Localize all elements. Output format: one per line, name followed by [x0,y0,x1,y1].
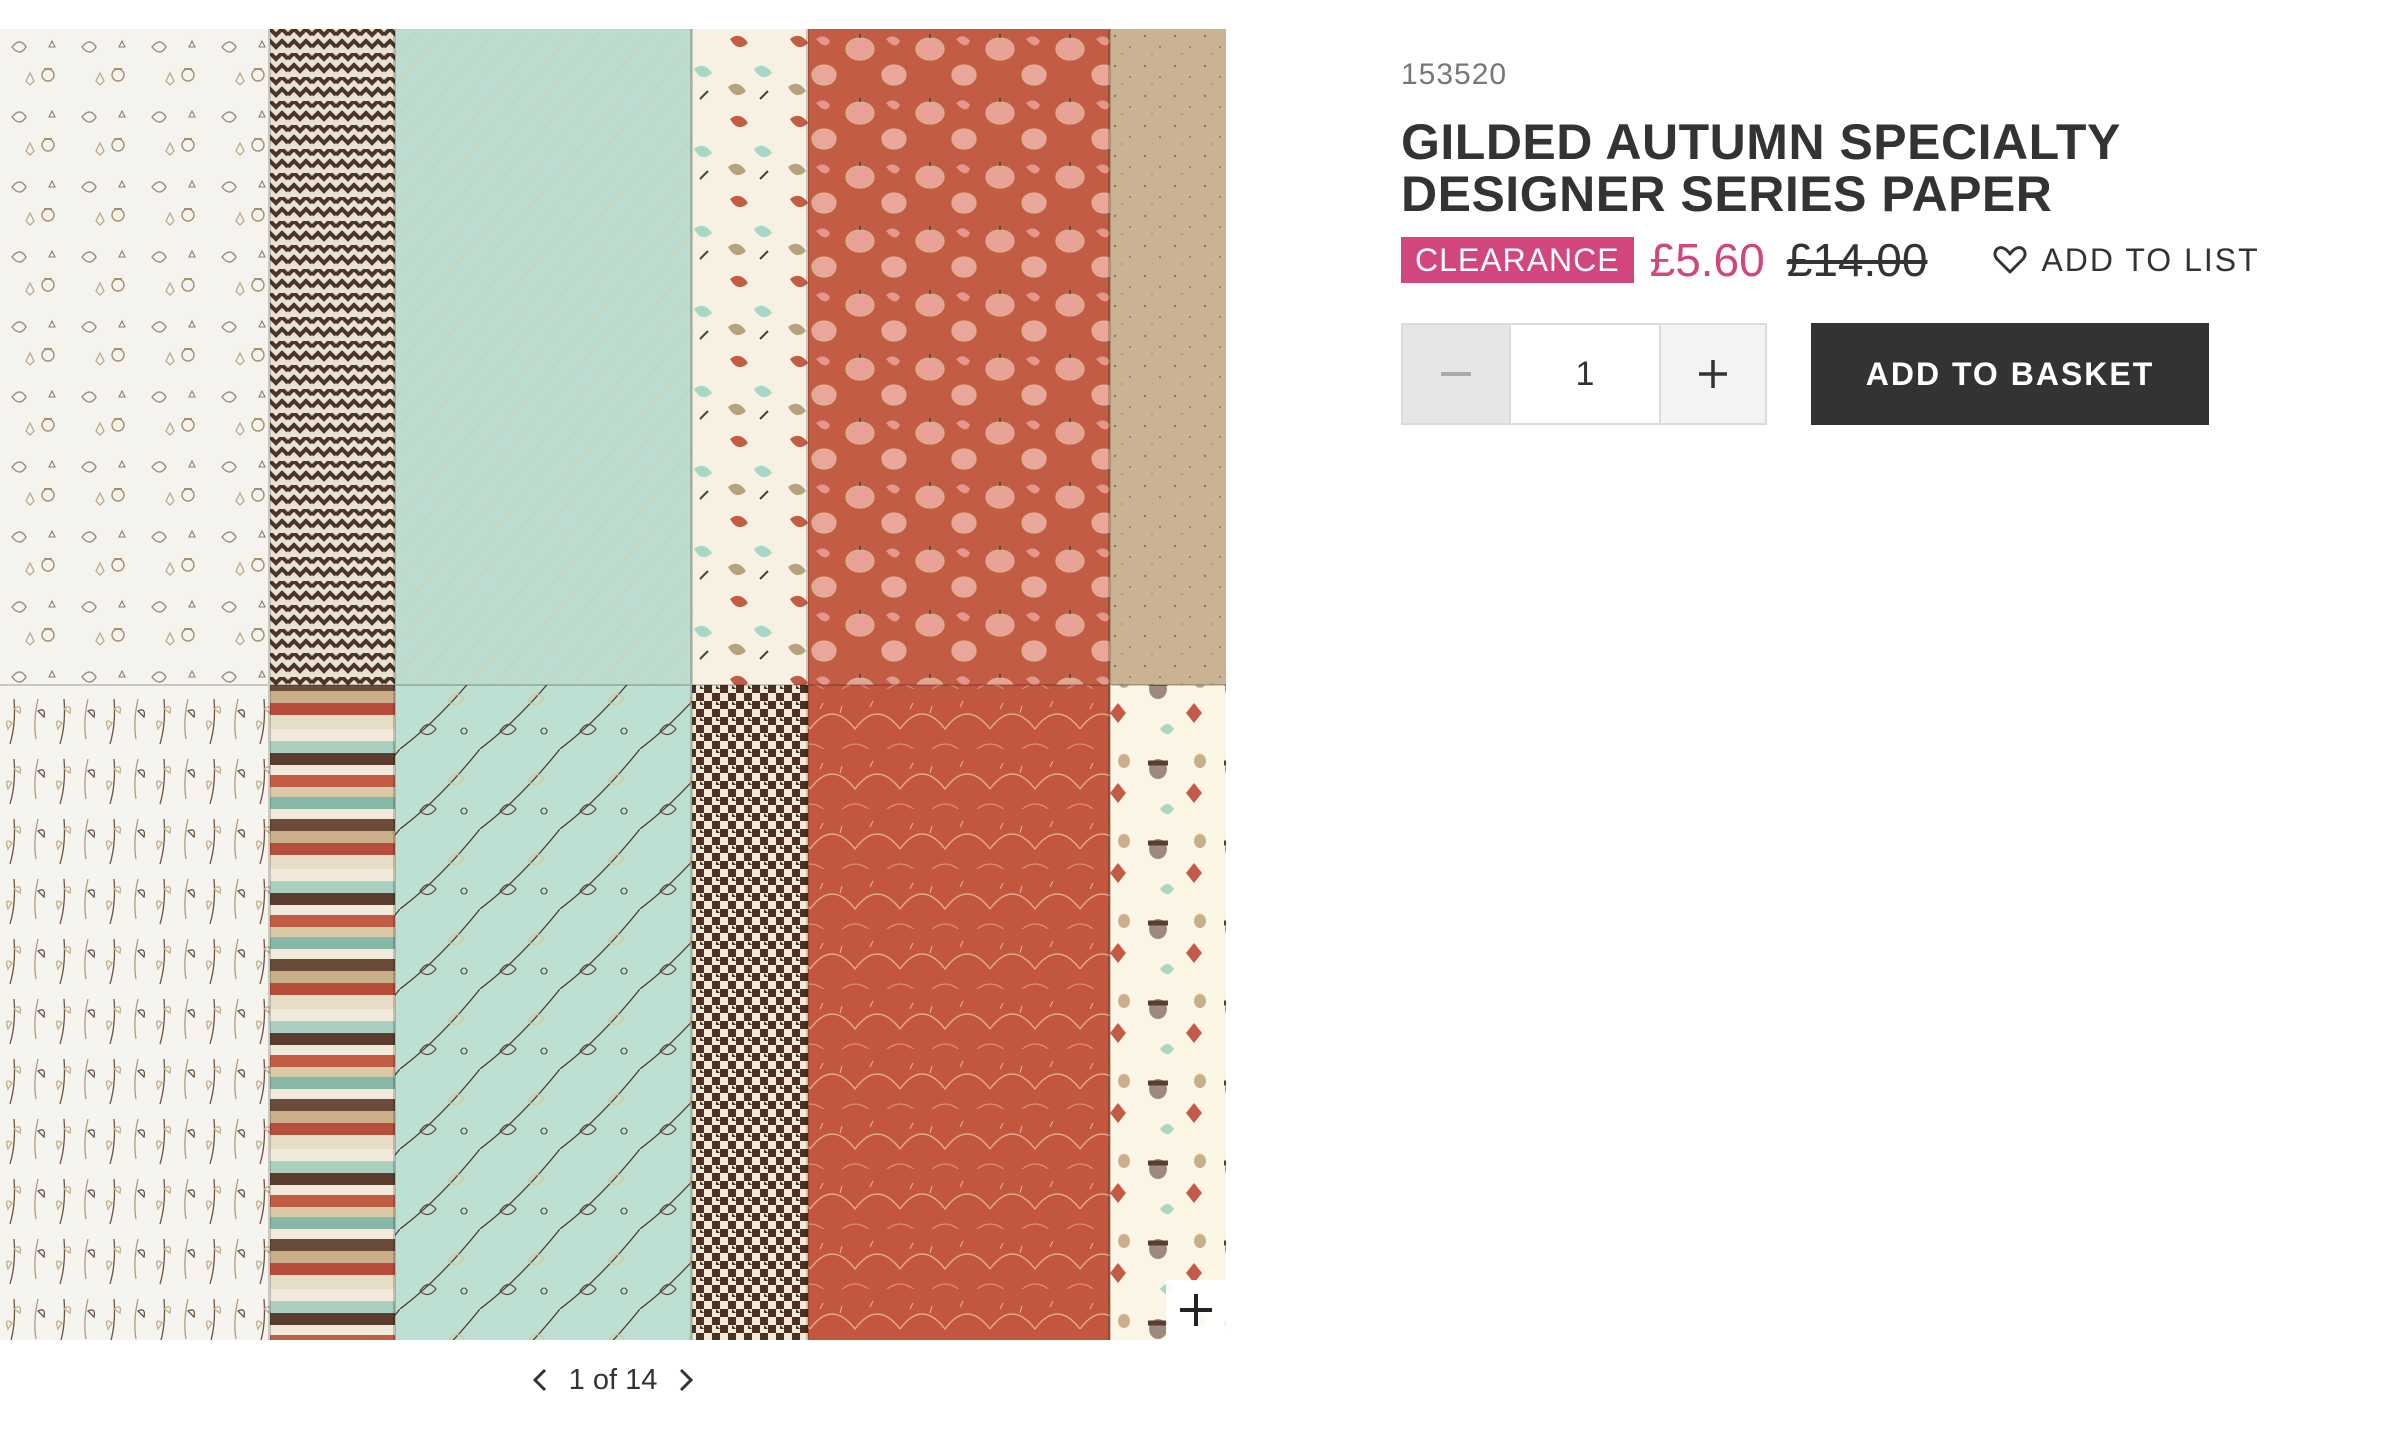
add-to-list-button[interactable]: ADD TO LIST [1993,242,2259,279]
product-image-gallery[interactable] [0,29,1226,1340]
add-to-list-label: ADD TO LIST [2041,241,2260,278]
quantity-input[interactable] [1509,325,1659,423]
zoom-plus-icon [1180,1294,1212,1326]
product-info: 153520 GILDED AUTUMN SPECIALTY DESIGNER … [1401,56,2301,288]
previous-image-button[interactable] [525,1362,555,1398]
next-image-button[interactable] [671,1362,701,1398]
increase-quantity-button[interactable] [1659,325,1765,423]
clearance-badge: CLEARANCE [1401,237,1634,283]
zoom-button[interactable] [1166,1280,1226,1340]
price-row: CLEARANCE £5.60 £14.00 ADD TO LIST [1401,232,2301,288]
purchase-row: ADD TO BASKET [1401,323,2209,425]
product-image [0,29,1226,1340]
chevron-left-icon [532,1368,546,1392]
chevron-right-icon [680,1368,694,1392]
pager-text: 1 of 14 [568,1363,658,1396]
product-title: GILDED AUTUMN SPECIALTY DESIGNER SERIES … [1401,114,2120,222]
original-price: £14.00 [1786,234,1928,286]
gallery-pager: 1 of 14 [0,1360,1226,1400]
quantity-stepper [1401,323,1767,425]
sale-price: £5.60 [1649,234,1765,286]
product-page: 1 of 14 153520 GILDED AUTUMN SPECIALTY D… [0,0,2404,1430]
heart-icon [1993,246,2027,274]
plus-icon [1699,360,1727,388]
decrease-quantity-button[interactable] [1403,325,1509,423]
product-sku: 153520 [1401,58,1508,91]
minus-icon [1441,372,1471,376]
add-to-basket-button[interactable]: ADD TO BASKET [1811,323,2209,425]
